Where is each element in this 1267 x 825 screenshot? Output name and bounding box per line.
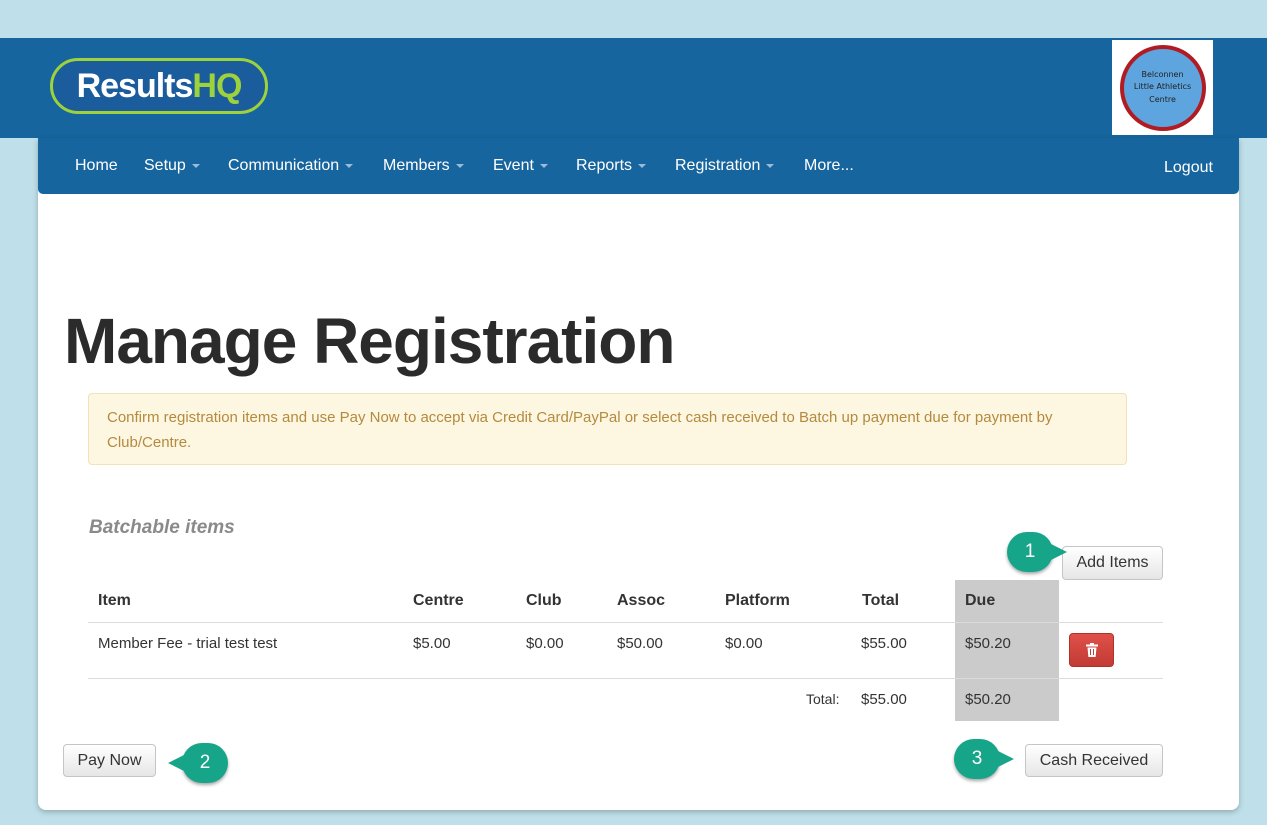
main-navbar: Home Setup Communication Members Event R… — [38, 138, 1239, 194]
total-due: $50.20 — [965, 691, 1011, 708]
nav-registration-label: Registration — [675, 157, 761, 174]
nav-setup-label: Setup — [144, 157, 186, 174]
resultshq-logo[interactable]: ResultsHQ — [50, 58, 268, 114]
chevron-down-icon — [455, 163, 464, 168]
section-title: Batchable items — [89, 517, 235, 538]
cell-due: $50.20 — [965, 635, 1011, 652]
nav-members[interactable]: Members — [383, 138, 464, 194]
col-header-item: Item — [98, 592, 131, 609]
cell-centre: $5.00 — [413, 635, 451, 652]
cell-club: $0.00 — [526, 635, 564, 652]
table-divider — [88, 622, 1163, 623]
nav-reports-label: Reports — [576, 157, 633, 174]
callout-badge-1: 1 — [1007, 532, 1067, 572]
logout-link[interactable]: Logout — [1164, 140, 1213, 196]
chevron-down-icon — [345, 163, 354, 168]
logo-accent: HQ — [192, 66, 242, 105]
chevron-down-icon — [766, 163, 775, 168]
club-emblem: Belconnen Little Athletics Centre — [1119, 44, 1206, 131]
trash-icon — [1085, 643, 1098, 657]
add-items-button[interactable]: Add Items — [1062, 546, 1163, 580]
table-divider — [88, 678, 1163, 679]
chevron-down-icon — [638, 163, 647, 168]
page-title: Manage Registration — [64, 305, 675, 377]
nav-home[interactable]: Home — [75, 138, 118, 194]
callout-number: 3 — [971, 748, 983, 769]
col-header-platform: Platform — [725, 592, 790, 609]
club-logo: Belconnen Little Athletics Centre — [1112, 40, 1213, 135]
callout-number: 1 — [1024, 541, 1036, 562]
col-header-total: Total — [862, 592, 900, 609]
chevron-down-icon — [191, 163, 200, 168]
info-alert: Confirm registration items and use Pay N… — [88, 393, 1127, 465]
col-header-due: Due — [965, 592, 996, 609]
total-amount: $55.00 — [861, 691, 907, 708]
club-logo-line1: Belconnen — [1141, 69, 1184, 79]
callout-badge-2: 2 — [168, 743, 228, 783]
chevron-down-icon — [539, 163, 548, 168]
delete-row-button[interactable] — [1069, 633, 1114, 667]
nav-reports[interactable]: Reports — [576, 138, 647, 194]
cell-assoc: $50.00 — [617, 635, 663, 652]
total-label: Total: — [806, 691, 840, 707]
col-header-centre: Centre — [413, 592, 464, 609]
nav-registration[interactable]: Registration — [675, 138, 775, 194]
cell-total: $55.00 — [861, 635, 907, 652]
cell-item: Member Fee - trial test test — [98, 635, 278, 652]
club-logo-line3: Centre — [1149, 94, 1176, 104]
callout-number: 2 — [199, 752, 211, 773]
col-header-club: Club — [526, 592, 562, 609]
callout-badge-3: 3 — [954, 739, 1014, 779]
app-header: ResultsHQ Belconnen Little Athletics Cen… — [0, 38, 1267, 138]
nav-members-label: Members — [383, 157, 450, 174]
logo-text: Results — [76, 66, 194, 105]
club-logo-line2: Little Athletics — [1133, 82, 1192, 92]
nav-communication[interactable]: Communication — [228, 138, 354, 194]
nav-more[interactable]: More... — [804, 138, 854, 194]
cell-platform: $0.00 — [725, 635, 763, 652]
nav-communication-label: Communication — [228, 157, 340, 174]
col-header-assoc: Assoc — [617, 592, 666, 609]
pay-now-button[interactable]: Pay Now — [63, 744, 156, 777]
nav-setup[interactable]: Setup — [144, 138, 200, 194]
nav-event-label: Event — [493, 157, 534, 174]
cash-received-button[interactable]: Cash Received — [1025, 744, 1163, 777]
nav-event[interactable]: Event — [493, 138, 548, 194]
